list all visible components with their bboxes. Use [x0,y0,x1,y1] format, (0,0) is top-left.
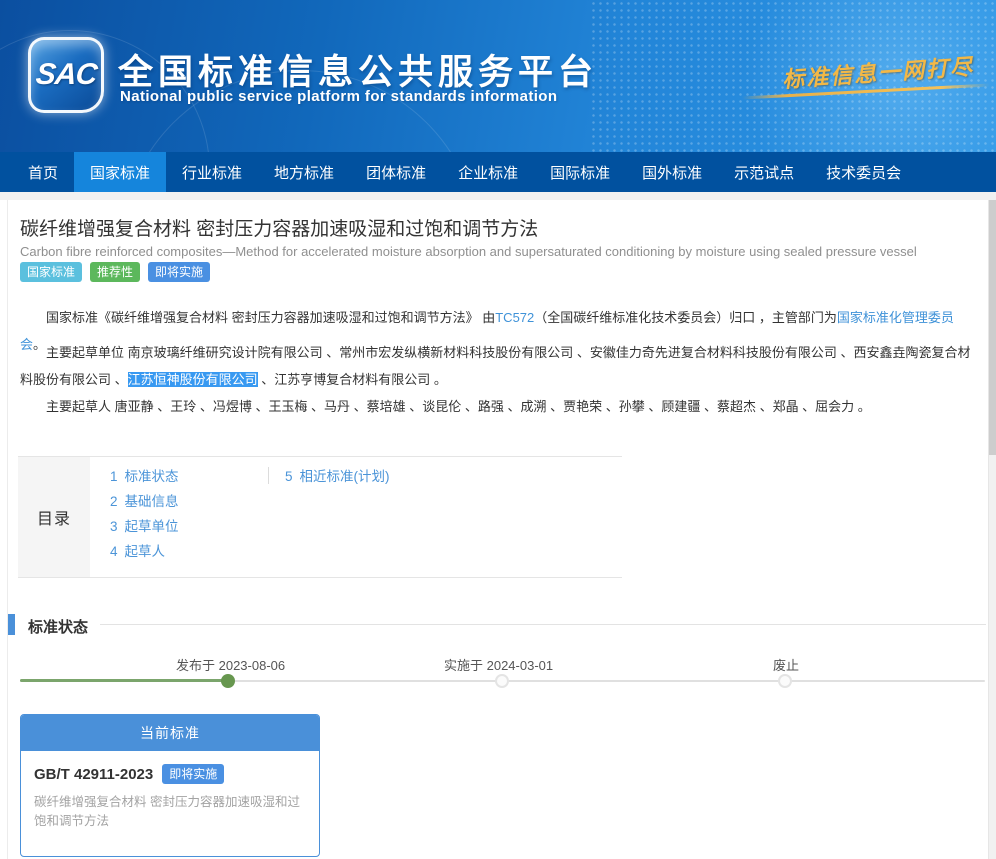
standard-title-en: Carbon fibre reinforced composites—Metho… [20,244,917,259]
badge-national-standard: 国家标准 [20,262,82,282]
paragraph-drafting-units: 主要起草单位 南京玻璃纤维研究设计院有限公司 、常州市宏发纵横新材料科技股份有限… [20,339,974,393]
toc-item-similar-standards[interactable]: 5相近标准(计划) [285,464,390,489]
nav-item-home[interactable]: 首页 [12,152,74,192]
toc: 目录 1标准状态 2基础信息 3起草单位 4起草人 5相近标准(计划) [18,456,622,578]
current-standard-card[interactable]: 当前标准 GB/T 42911-2023 即将实施 碳纤维增强复合材料 密封压力… [20,714,320,857]
scrollbar-thumb[interactable] [989,200,996,455]
sac-logo-icon[interactable]: SAC [28,37,104,113]
p2-suffix: 、江苏亨博复合材料有限公司 。 [258,372,447,387]
sac-logo-text: SAC [34,58,98,92]
toc-item-drafting-units[interactable]: 3起草单位 [110,514,179,539]
nav-item-national-standard[interactable]: 国家标准 [74,152,166,192]
nav-item-group-standard[interactable]: 团体标准 [350,152,442,192]
standard-code: GB/T 42911-2023 [34,766,153,783]
toc-column-2: 5相近标准(计划) [285,464,390,489]
page: SAC 全国标准信息公共服务平台 National public service… [0,0,996,859]
nav-item-industry-standard[interactable]: 行业标准 [166,152,258,192]
toc-column-divider [268,467,269,484]
site-subtitle: National public service platform for sta… [120,88,557,105]
timeline-label-implemented: 实施于 2024-03-01 [444,655,553,674]
nav-separator-band [0,192,996,200]
nav-item-foreign-standard[interactable]: 国外标准 [626,152,718,192]
toc-item-standard-status[interactable]: 1标准状态 [110,464,179,489]
toc-item-basic-info[interactable]: 2基础信息 [110,489,179,514]
main-nav: 首页 国家标准 行业标准 地方标准 团体标准 企业标准 国际标准 国外标准 示范… [0,152,996,192]
toc-label: 目录 [18,457,90,577]
section-title-standard-status: 标准状态 [28,616,88,637]
badge-recommended: 推荐性 [90,262,140,282]
paragraph-drafters: 主要起草人 唐亚静 、王玲 、冯煜博 、王玉梅 、马丹 、蔡培雄 、谈昆伦 、路… [20,393,974,420]
badge-upcoming: 即将实施 [148,262,210,282]
nav-item-international-standard[interactable]: 国际标准 [534,152,626,192]
timeline-dot-implemented [495,674,509,688]
timeline-dot-published [221,674,235,688]
nav-item-local-standard[interactable]: 地方标准 [258,152,350,192]
standard-title-cn: 碳纤维增强复合材料 密封压力容器加速吸湿和过饱和调节方法 [20,214,538,241]
timeline-progress [20,679,228,682]
tc572-link[interactable]: TC572 [495,310,534,325]
section-accent-bar [8,614,15,635]
timeline-dot-abolished [778,674,792,688]
section-title-rule [100,624,986,625]
highlighted-company: 江苏恒神股份有限公司 [128,372,258,387]
p1-prefix: 国家标准《碳纤维增强复合材料 密封压力容器加速吸湿和过饱和调节方法》 由 [46,310,495,325]
card-description: 碳纤维增强复合材料 密封压力容器加速吸湿和过饱和调节方法 [34,793,306,832]
p1-middle: （全国碳纤维标准化技术委员会）归口 ，主管部门为 [534,310,837,325]
site-banner: SAC 全国标准信息公共服务平台 National public service… [0,0,996,152]
nav-item-demonstration-pilot[interactable]: 示范试点 [718,152,810,192]
card-badge-upcoming: 即将实施 [162,764,224,784]
content-left-border [7,200,8,859]
nav-item-enterprise-standard[interactable]: 企业标准 [442,152,534,192]
card-body: GB/T 42911-2023 即将实施 碳纤维增强复合材料 密封压力容器加速吸… [21,751,319,832]
timeline-label-abolished: 废止 [773,655,799,674]
timeline-label-published: 发布于 2023-08-06 [176,655,285,674]
toc-item-drafters[interactable]: 4起草人 [110,539,179,564]
toc-column-1: 1标准状态 2基础信息 3起草单位 4起草人 [110,464,179,564]
nav-item-technical-committee[interactable]: 技术委员会 [810,152,917,192]
standard-badges: 国家标准 推荐性 即将实施 [20,262,218,282]
card-header: 当前标准 [21,715,319,751]
